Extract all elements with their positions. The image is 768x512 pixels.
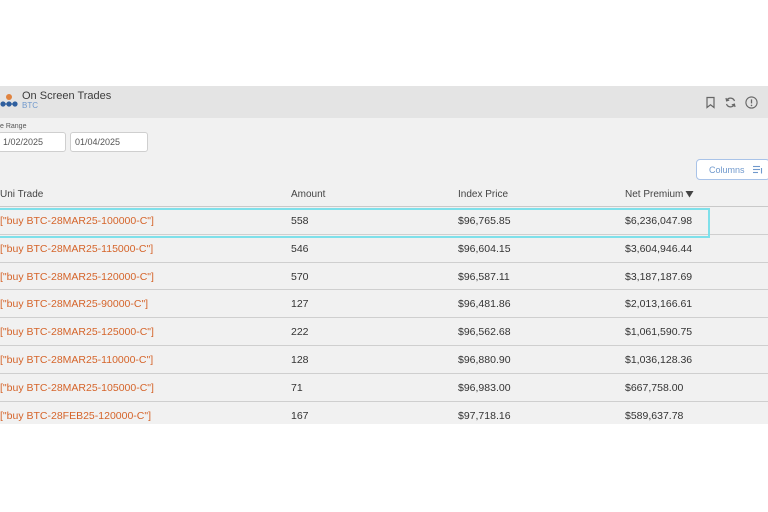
- table-row[interactable]: ["buy BTC-28MAR25-125000-C"] 222 $96,562…: [0, 318, 768, 346]
- refresh-icon[interactable]: [724, 96, 737, 109]
- columns-button[interactable]: Columns: [696, 159, 768, 180]
- trade-link[interactable]: ["buy BTC-28MAR25-105000-C"]: [0, 382, 154, 394]
- column-header-net-premium[interactable]: Net Premium: [625, 189, 694, 200]
- table-row[interactable]: ["buy BTC-28MAR25-90000-C"] 127 $96,481.…: [0, 290, 768, 319]
- table-header: Uni Trade Amount Index Price Net Premium: [0, 182, 768, 207]
- net-premium-cell: $589,637.78: [625, 409, 684, 422]
- amount-cell: 222: [291, 326, 309, 339]
- trade-link[interactable]: ["buy BTC-28MAR25-90000-C"]: [0, 298, 148, 310]
- sort-desc-icon[interactable]: [685, 190, 694, 198]
- amount-cell: 546: [291, 242, 309, 255]
- columns-button-label: Columns: [709, 164, 745, 175]
- index-price-cell: $96,562.68: [458, 326, 511, 339]
- index-price-cell: $96,587.11: [458, 270, 510, 283]
- table-row[interactable]: ["buy BTC-28MAR25-100000-C"] 558 $96,765…: [0, 207, 768, 235]
- table-row[interactable]: ["buy BTC-28MAR25-105000-C"] 71 $96,983.…: [0, 374, 768, 402]
- index-price-cell: $96,880.90: [458, 353, 511, 366]
- columns-icon: [752, 165, 762, 174]
- net-premium-cell: $667,758.00: [625, 381, 684, 394]
- column-header-amount[interactable]: Amount: [291, 189, 325, 200]
- amount-cell: 127: [291, 298, 309, 311]
- end-date-input[interactable]: [70, 132, 148, 152]
- column-header-index-price[interactable]: Index Price: [458, 189, 508, 200]
- trade-link[interactable]: ["buy BTC-28MAR25-120000-C"]: [0, 271, 154, 283]
- table-row[interactable]: ["buy BTC-28MAR25-110000-C"] 128 $96,880…: [0, 346, 768, 374]
- info-icon[interactable]: [745, 96, 758, 109]
- start-date-input[interactable]: [0, 132, 66, 152]
- trades-panel: On Screen Trades BTC e Range Columns: [0, 86, 768, 424]
- net-premium-header-label: Net Premium: [625, 189, 684, 200]
- table-row[interactable]: ["buy BTC-28FEB25-120000-C"] 167 $97,718…: [0, 402, 768, 424]
- amount-cell: 128: [291, 353, 309, 366]
- bookmark-icon[interactable]: [704, 96, 717, 109]
- trade-link[interactable]: ["buy BTC-28MAR25-125000-C"]: [0, 326, 154, 338]
- trade-link[interactable]: ["buy BTC-28MAR25-110000-C"]: [0, 354, 153, 366]
- column-header-trade[interactable]: Uni Trade: [0, 189, 43, 200]
- net-premium-cell: $6,236,047.98: [625, 215, 693, 227]
- amount-cell: 558: [291, 215, 309, 227]
- index-price-cell: $97,718.16: [458, 409, 511, 422]
- index-price-cell: $96,765.85: [458, 215, 511, 227]
- net-premium-cell: $1,036,128.36: [625, 353, 693, 366]
- net-premium-cell: $1,061,590.75: [625, 326, 693, 339]
- panel-header: On Screen Trades BTC: [0, 86, 768, 118]
- trade-link[interactable]: ["buy BTC-28MAR25-100000-C"]: [0, 215, 154, 227]
- amount-cell: 570: [291, 270, 309, 283]
- net-premium-cell: $3,187,187.69: [625, 270, 693, 283]
- panel-subtitle: BTC: [22, 101, 38, 110]
- trade-link[interactable]: ["buy BTC-28FEB25-120000-C"]: [0, 410, 151, 422]
- table-row[interactable]: ["buy BTC-28MAR25-115000-C"] 546 $96,604…: [0, 235, 768, 263]
- trades-table: Uni Trade Amount Index Price Net Premium…: [0, 182, 768, 424]
- app-logo-icon: [0, 94, 18, 107]
- amount-cell: 71: [291, 381, 303, 394]
- amount-cell: 167: [291, 409, 309, 422]
- index-price-cell: $96,983.00: [458, 381, 511, 394]
- net-premium-cell: $3,604,946.44: [625, 242, 693, 255]
- index-price-cell: $96,481.86: [458, 298, 511, 311]
- net-premium-cell: $2,013,166.61: [625, 298, 693, 311]
- index-price-cell: $96,604.15: [458, 242, 511, 255]
- trade-link[interactable]: ["buy BTC-28MAR25-115000-C"]: [0, 243, 153, 255]
- date-range-label: e Range: [0, 123, 27, 130]
- table-row[interactable]: ["buy BTC-28MAR25-120000-C"] 570 $96,587…: [0, 263, 768, 291]
